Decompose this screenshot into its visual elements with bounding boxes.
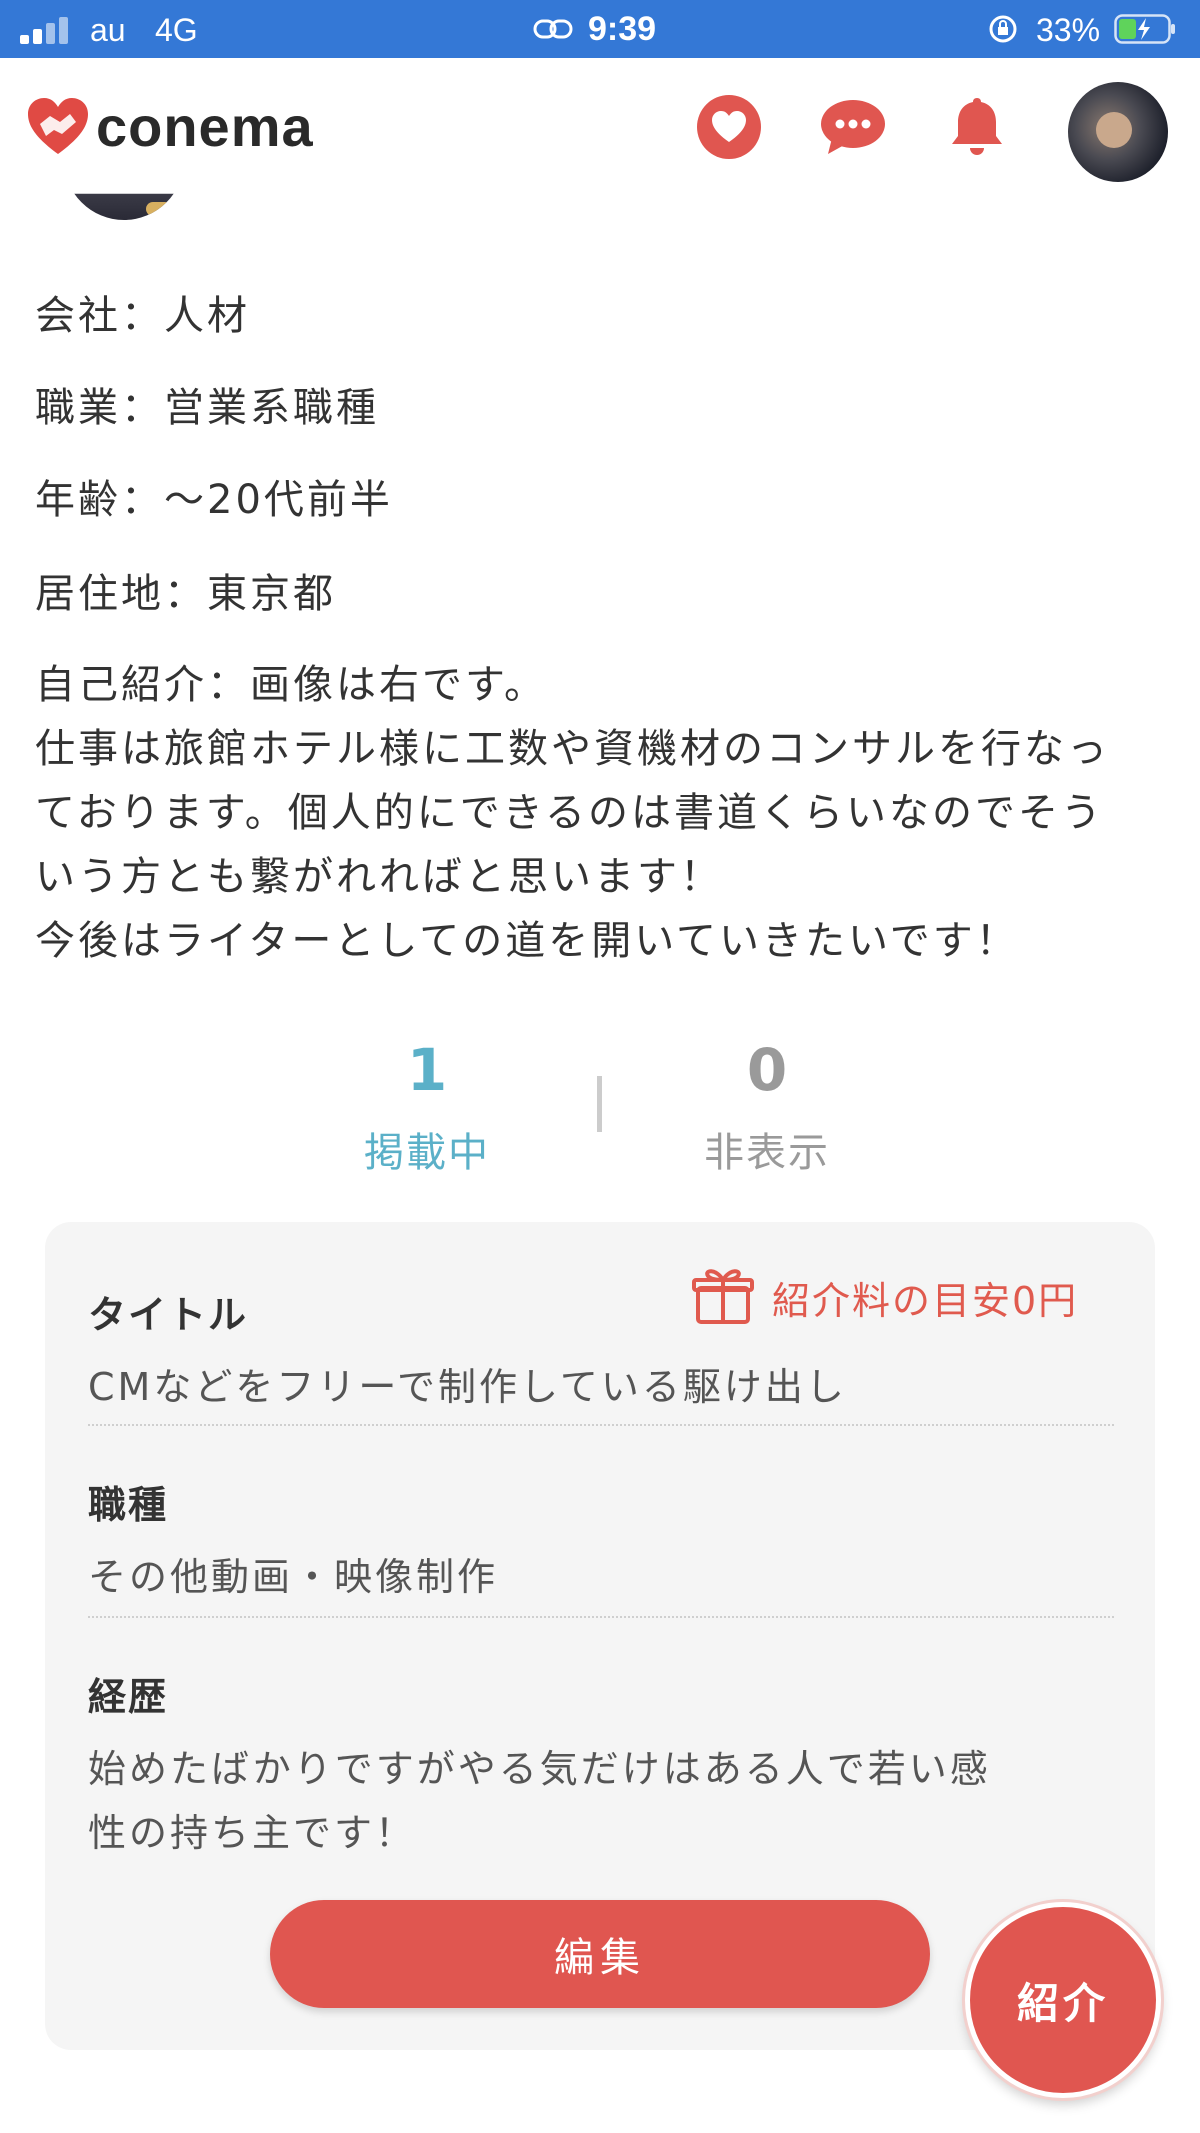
battery-icon [1114, 14, 1175, 44]
clock: 9:39 [588, 10, 657, 48]
separator [88, 1616, 1114, 1618]
published-tab[interactable]: 掲載中 [327, 1120, 527, 1178]
profile-avatar [64, 150, 184, 220]
occupation-text: 職業：営業系職種 [35, 385, 379, 431]
gift-icon [692, 1269, 754, 1324]
introduce-button[interactable]: 紹介 [965, 1902, 1161, 2098]
battery-percent: 33% [1036, 12, 1101, 48]
intro-line: いう方とも繋がれればと思います！ [35, 854, 723, 900]
rotation-lock-icon [989, 15, 1017, 43]
heart-icon[interactable] [696, 94, 762, 160]
published-count[interactable]: 1 [347, 1036, 507, 1104]
chat-icon[interactable] [820, 94, 886, 160]
signal-icon [20, 16, 72, 44]
hidden-tab[interactable]: 非表示 [667, 1120, 867, 1178]
career-label: 経歴 [88, 1675, 169, 1719]
separator [88, 1424, 1114, 1426]
career-line: 始めたばかりですがやる気だけはある人で若い感 [88, 1747, 991, 1791]
user-avatar[interactable] [1068, 82, 1168, 182]
intro-line: 仕事は旅館ホテル様に工数や資機材のコンサルを行なっ [35, 726, 1110, 772]
counter-divider [597, 1076, 602, 1132]
link-icon [533, 19, 573, 39]
bell-icon[interactable] [944, 94, 1010, 160]
logo-heart-icon[interactable] [26, 96, 90, 158]
intro-line: ております。個人的にできるのは書道くらいなのでそう [35, 790, 1104, 836]
age-text: 年齢：～20代前半 [35, 477, 393, 523]
title-value: CMなどをフリーで制作している駆け出し [88, 1365, 847, 1409]
carrier-label: au [90, 12, 126, 48]
title-label: タイトル [88, 1293, 249, 1337]
edit-button[interactable]: 編集 [270, 1900, 930, 2008]
residence-text: 居住地：東京都 [35, 571, 336, 617]
company-text: 会社：人材 [35, 293, 250, 339]
status-bar: au 4G 9:39 33% [0, 0, 1200, 58]
career-line: 性の持ち主です！ [88, 1811, 417, 1855]
intro-line: 今後はライターとしての道を開いていきたいです！ [35, 918, 1019, 964]
referral-fee-estimate: 紹介料の目安0円 [772, 1279, 1079, 1323]
self-introduction: 自己紹介：画像は右です。 仕事は旅館ホテル様に工数や資機材のコンサルを行なっ て… [35, 653, 1185, 973]
intro-line: 自己紹介：画像は右です。 [35, 662, 547, 708]
job-type-label: 職種 [88, 1483, 169, 1527]
job-type-value: その他動画・映像制作 [88, 1555, 499, 1599]
network-label: 4G [155, 12, 198, 48]
hidden-count[interactable]: 0 [687, 1036, 847, 1104]
